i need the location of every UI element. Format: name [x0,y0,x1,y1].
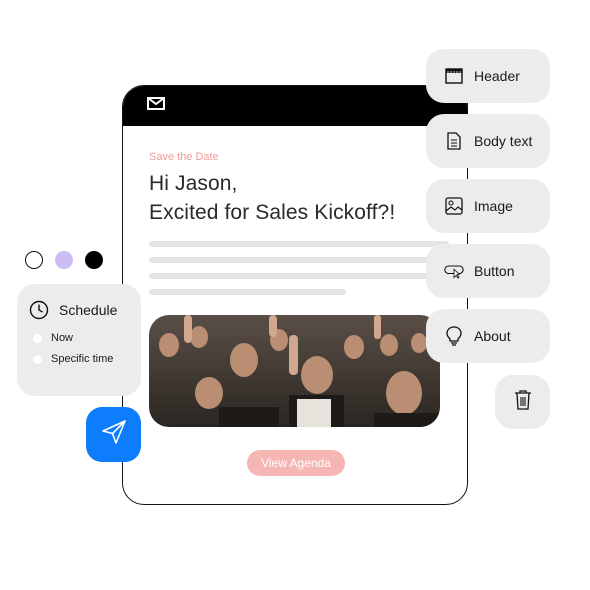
clock-icon [29,300,49,320]
palette-item-image[interactable]: Image [426,179,550,233]
color-swatch-lavender[interactable] [55,251,73,269]
palette-item-label: About [474,328,511,344]
schedule-option-specific-time[interactable]: Specific time [29,353,129,365]
paper-plane-icon [101,419,127,450]
palette-item-button[interactable]: Button [426,244,550,298]
text-line [149,289,346,295]
trash-icon [514,389,532,415]
schedule-title: Schedule [59,302,118,318]
palette-item-label: Image [474,198,513,214]
text-line [149,273,449,279]
header-icon [444,66,464,86]
email-header-bar [123,86,467,126]
hero-image [149,315,440,427]
email-eyebrow: Save the Date [149,151,219,163]
lightbulb-icon [444,326,464,346]
schedule-panel: Schedule Now Specific time [17,284,141,396]
view-agenda-button[interactable]: View Agenda [247,450,345,476]
palette-item-label: Body text [474,133,533,149]
send-button[interactable] [86,407,141,462]
palette-item-label: Header [474,68,520,84]
text-line [149,257,449,263]
greeting-line-2: Excited for Sales Kickoff?! [149,201,396,224]
palette-item-header[interactable]: Header [426,49,550,103]
body-text-placeholder [149,241,449,295]
radio-button[interactable] [33,354,42,364]
image-icon [444,196,464,216]
palette-item-body-text[interactable]: Body text [426,114,550,168]
button-cursor-icon [444,261,464,281]
option-label: Specific time [51,353,114,365]
email-preview-card: Save the Date Hi Jason, Excited for Sale… [122,85,468,505]
text-line [149,241,449,247]
email-greeting: Hi Jason, Excited for Sales Kickoff?! [149,169,441,227]
document-icon [444,131,464,151]
schedule-header: Schedule [29,300,129,320]
greeting-line-1: Hi Jason, [149,172,238,195]
color-swatch-white[interactable] [25,251,43,269]
radio-button[interactable] [33,333,42,343]
color-swatch-black[interactable] [85,251,103,269]
palette-item-label: Button [474,263,515,279]
schedule-option-now[interactable]: Now [29,332,129,344]
delete-button[interactable] [495,375,550,429]
palette-item-about[interactable]: About [426,309,550,363]
option-label: Now [51,332,74,344]
mail-icon [147,97,165,115]
